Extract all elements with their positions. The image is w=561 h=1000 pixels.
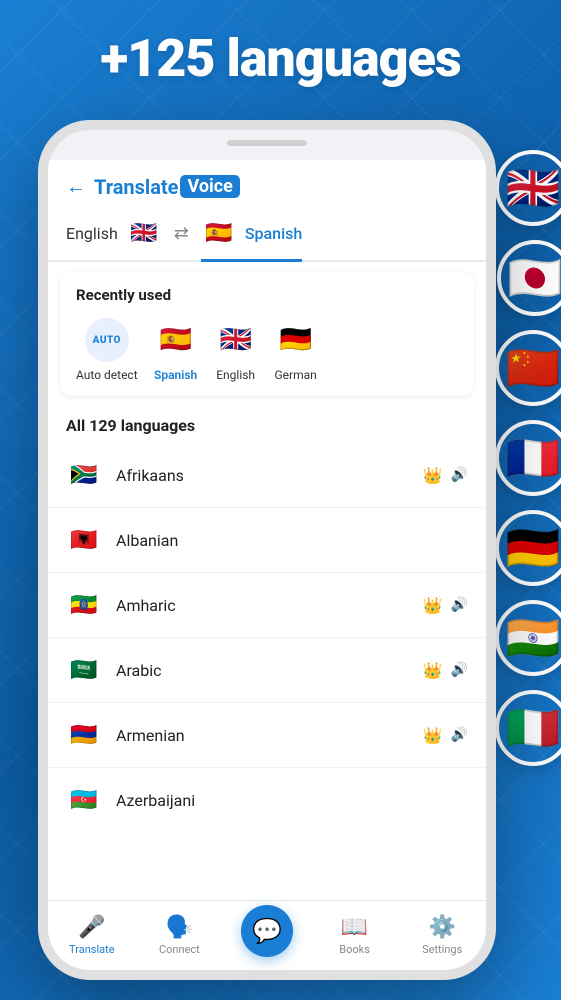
list-item-albanian[interactable]: 🇦🇱 Albanian (48, 508, 486, 573)
source-flag: 🇬🇧 (126, 216, 162, 252)
floating-flag-uk: 🇬🇧 (495, 150, 561, 226)
phone-screen: ← Translate Voice English 🇬🇧 ⇄ 🇪🇸 Spanis… (48, 160, 486, 970)
target-language-button[interactable]: 🇪🇸 Spanish (201, 215, 302, 262)
english-flag-recent: 🇬🇧 (214, 318, 258, 362)
swap-languages-button[interactable]: ⇄ (174, 223, 189, 252)
floating-flag-germany: 🇩🇪 (495, 510, 561, 586)
back-button[interactable]: ← (66, 174, 86, 199)
auto-detect-flag: AUTO (85, 318, 129, 362)
auto-detect-name: Auto detect (76, 368, 138, 382)
recent-item-english[interactable]: 🇬🇧 English (214, 318, 258, 382)
list-item-arabic[interactable]: 🇸🇦 Arabic 👑 🔊 (48, 638, 486, 703)
name-amharic: Amharic (116, 596, 409, 615)
german-flag-recent: 🇩🇪 (274, 318, 318, 362)
icons-amharic: 👑 🔊 (423, 596, 468, 615)
translate-nav-label: Translate (69, 943, 115, 956)
chat-nav-icon: 💬 (252, 917, 282, 945)
auto-detect-label: AUTO (93, 335, 121, 346)
name-afrikaans: Afrikaans (116, 466, 409, 485)
german-label-recent: German (275, 368, 317, 382)
language-selector-row: English 🇬🇧 ⇄ 🇪🇸 Spanish (48, 209, 486, 262)
spanish-label-recent: Spanish (154, 368, 197, 382)
brand-translate: Translate (94, 175, 178, 199)
target-flag: 🇪🇸 (201, 215, 237, 251)
source-language-name: English (66, 224, 118, 243)
floating-flag-italy: 🇮🇹 (495, 690, 561, 766)
list-item-afrikaans[interactable]: 🇿🇦 Afrikaans 👑 🔊 (48, 443, 486, 508)
settings-nav-icon: ⚙️ (428, 915, 455, 940)
spanish-flag-recent: 🇪🇸 (154, 318, 198, 362)
flag-azerbaijani: 🇦🇿 (66, 782, 102, 818)
language-list: 🇿🇦 Afrikaans 👑 🔊 🇦🇱 Albanian 🇪🇹 Amharic … (48, 443, 486, 832)
speaker-icon-amharic: 🔊 (451, 597, 468, 613)
name-albanian: Albanian (116, 531, 454, 550)
icons-afrikaans: 👑 🔊 (423, 466, 468, 485)
recent-item-auto[interactable]: AUTO Auto detect (76, 318, 138, 382)
nav-item-books[interactable]: 📖 Books (311, 915, 399, 956)
english-label-recent: English (216, 368, 255, 382)
brand-logo: Translate Voice (94, 175, 240, 199)
recently-used-title: Recently used (76, 286, 458, 304)
floating-flag-china: 🇨🇳 (495, 330, 561, 406)
all-languages-title: All 129 languages (66, 416, 468, 435)
name-azerbaijani: Azerbaijani (116, 791, 454, 810)
bottom-navigation: 🎤 Translate 🗣️ Connect 💬 📖 Books ⚙️ Sett… (48, 900, 486, 970)
flag-albanian: 🇦🇱 (66, 522, 102, 558)
hero-title: +125 languages (0, 28, 561, 89)
list-item-amharic[interactable]: 🇪🇹 Amharic 👑 🔊 (48, 573, 486, 638)
target-language-name: Spanish (245, 224, 302, 243)
books-nav-icon: 📖 (341, 915, 368, 940)
connect-nav-icon: 🗣️ (166, 915, 193, 940)
flag-armenian: 🇦🇲 (66, 717, 102, 753)
flag-afrikaans: 🇿🇦 (66, 457, 102, 493)
chat-center-button[interactable]: 💬 (241, 905, 293, 957)
flag-amharic: 🇪🇹 (66, 587, 102, 623)
nav-item-settings[interactable]: ⚙️ Settings (398, 915, 486, 956)
nav-item-chat[interactable]: 💬 (223, 915, 311, 957)
books-nav-label: Books (339, 943, 370, 956)
speaker-icon-afrikaans: 🔊 (451, 467, 468, 483)
source-language-button[interactable]: English 🇬🇧 (66, 216, 162, 260)
floating-flag-india: 🇮🇳 (495, 600, 561, 676)
speaker-icon-arabic: 🔊 (451, 662, 468, 678)
floating-flag-france: 🇫🇷 (495, 420, 561, 496)
recently-used-card: Recently used AUTO Auto detect 🇪🇸 Spanis… (60, 272, 474, 396)
list-item-armenian[interactable]: 🇦🇲 Armenian 👑 🔊 (48, 703, 486, 768)
name-armenian: Armenian (116, 726, 409, 745)
icons-arabic: 👑 🔊 (423, 661, 468, 680)
recent-item-spanish[interactable]: 🇪🇸 Spanish (154, 318, 198, 382)
phone-speaker (227, 140, 307, 146)
crown-icon-arabic: 👑 (423, 661, 443, 680)
crown-icon-afrikaans: 👑 (423, 466, 443, 485)
flag-arabic: 🇸🇦 (66, 652, 102, 688)
recent-languages-list: AUTO Auto detect 🇪🇸 Spanish 🇬🇧 English 🇩… (76, 318, 458, 382)
phone-shell: ← Translate Voice English 🇬🇧 ⇄ 🇪🇸 Spanis… (38, 120, 496, 980)
all-languages-section: All 129 languages (48, 406, 486, 439)
nav-item-connect[interactable]: 🗣️ Connect (136, 915, 224, 956)
settings-nav-label: Settings (422, 943, 462, 956)
recent-item-german[interactable]: 🇩🇪 German (274, 318, 318, 382)
translate-nav-icon: 🎤 (78, 915, 105, 940)
crown-icon-amharic: 👑 (423, 596, 443, 615)
speaker-icon-armenian: 🔊 (451, 727, 468, 743)
icons-armenian: 👑 🔊 (423, 726, 468, 745)
list-item-azerbaijani[interactable]: 🇦🇿 Azerbaijani (48, 768, 486, 832)
app-header: ← Translate Voice (48, 160, 486, 209)
connect-nav-label: Connect (159, 943, 200, 956)
brand-voice: Voice (180, 175, 239, 198)
nav-item-translate[interactable]: 🎤 Translate (48, 915, 136, 956)
crown-icon-armenian: 👑 (423, 726, 443, 745)
name-arabic: Arabic (116, 661, 409, 680)
